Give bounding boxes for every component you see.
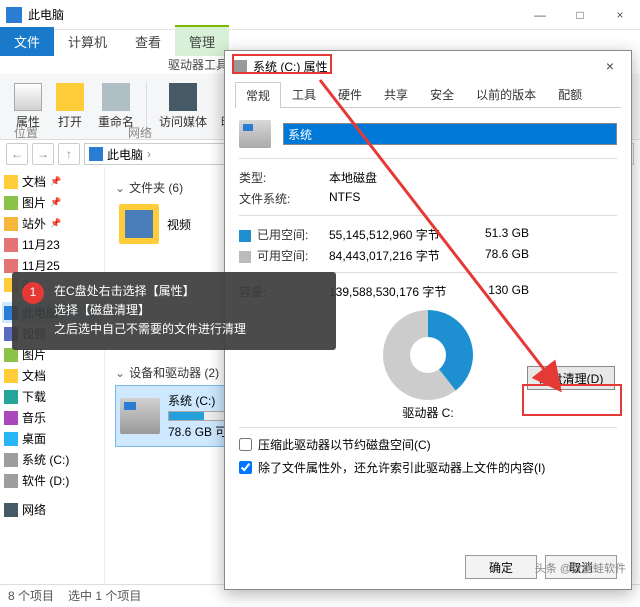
tree-item-drive-c: 系统 (C:): [2, 449, 102, 470]
minimize-button[interactable]: —: [520, 1, 560, 29]
drive-tools-label: 驱动器工具: [168, 56, 228, 74]
tab-general[interactable]: 常规: [235, 82, 281, 108]
tree-item-network: 网络: [2, 499, 102, 520]
tab-security[interactable]: 安全: [419, 81, 465, 107]
nav-back[interactable]: ←: [6, 143, 28, 165]
pc-icon: [6, 7, 22, 23]
tab-sharing[interactable]: 共享: [373, 81, 419, 107]
tree-item: 桌面: [2, 428, 102, 449]
tab-view[interactable]: 查看: [121, 27, 175, 56]
nav-tree[interactable]: 文档📌 图片📌 站外📌 11月23 11月25 3 此电脑 视频 图片 文档 下…: [0, 167, 105, 607]
tooltip-line: 之后选中自己不需要的文件进行清理: [54, 320, 322, 339]
disk-cleanup-button[interactable]: 磁盘清理(D): [527, 366, 615, 390]
nav-up[interactable]: ↑: [58, 143, 80, 165]
used-color-icon: [239, 230, 251, 242]
free-gb: 78.6 GB: [469, 247, 529, 264]
tooltip-line: 选择【磁盘清理】: [54, 301, 322, 320]
window-title: 此电脑: [28, 6, 520, 23]
type-label: 类型:: [239, 169, 329, 186]
fs-label: 文件系统:: [239, 190, 329, 207]
tree-item: 图片📌: [2, 192, 102, 213]
selected-count: 选中 1 个项目: [68, 587, 141, 604]
tree-item: 11月23: [2, 234, 102, 255]
fs-value: NTFS: [329, 190, 617, 207]
tab-tools[interactable]: 工具: [281, 81, 327, 107]
step-number: 1: [22, 282, 44, 304]
group-location-label: 位置: [14, 124, 38, 141]
properties-icon: [14, 83, 42, 111]
group-network-label: 网络: [128, 124, 152, 141]
open-icon: [56, 83, 84, 111]
drive-name-input[interactable]: [283, 123, 617, 145]
tab-quota[interactable]: 配额: [547, 81, 593, 107]
tab-hardware[interactable]: 硬件: [327, 81, 373, 107]
item-count: 8 个项目: [8, 587, 54, 604]
free-color-icon: [239, 251, 251, 263]
pc-icon: [89, 147, 103, 161]
drive-icon: [239, 120, 271, 148]
used-gb: 51.3 GB: [469, 226, 529, 243]
tree-item: 下载: [2, 386, 102, 407]
rename-icon: [102, 83, 130, 111]
drive-label: 驱动器 C:: [239, 404, 617, 421]
drive-icon: [120, 398, 160, 434]
compress-checkbox[interactable]: 压缩此驱动器以节约磁盘空间(C): [239, 436, 617, 453]
video-folder-icon: [119, 204, 159, 244]
cap-gb: 130 GB: [469, 283, 529, 300]
maximize-button[interactable]: □: [560, 1, 600, 29]
usage-pie-chart: [383, 310, 473, 400]
drive-icon: [233, 60, 247, 72]
media-icon: [169, 83, 197, 111]
file-tab[interactable]: 文件: [0, 27, 54, 56]
ok-button[interactable]: 确定: [465, 555, 537, 579]
tree-item: 音乐: [2, 407, 102, 428]
tree-item: 文档: [2, 365, 102, 386]
explorer-titlebar: 此电脑 — □ ×: [0, 0, 640, 30]
index-checkbox[interactable]: 除了文件属性外，还允许索引此驱动器上文件的内容(I): [239, 459, 617, 476]
nav-forward[interactable]: →: [32, 143, 54, 165]
used-bytes: 55,145,512,960 字节: [329, 226, 469, 243]
tab-drive-tools[interactable]: 管理: [175, 25, 229, 56]
dialog-tabs: 常规 工具 硬件 共享 安全 以前的版本 配额: [235, 81, 621, 108]
type-value: 本地磁盘: [329, 169, 617, 186]
ribbon-access-media[interactable]: 访问媒体: [153, 79, 213, 134]
tab-previous[interactable]: 以前的版本: [465, 81, 547, 107]
instruction-tooltip: 1 在C盘处右击选择【属性】 选择【磁盘清理】 之后选中自己不需要的文件进行清理: [12, 272, 336, 350]
free-bytes: 84,443,017,216 字节: [329, 247, 469, 264]
tree-item: 站外📌: [2, 213, 102, 234]
dialog-title: 系统 (C:) 属性: [253, 58, 597, 75]
tree-item: 文档📌: [2, 171, 102, 192]
dialog-close-button[interactable]: ×: [597, 58, 623, 74]
close-button[interactable]: ×: [600, 1, 640, 29]
tooltip-line: 在C盘处右击选择【属性】: [54, 282, 322, 301]
cap-bytes: 139,588,530,176 字节: [329, 283, 469, 300]
tree-item-drive-d: 软件 (D:): [2, 470, 102, 491]
tab-computer[interactable]: 计算机: [54, 27, 121, 56]
ribbon-open[interactable]: 打开: [50, 79, 90, 134]
watermark: 头条 @数据蛙软件: [535, 560, 626, 576]
